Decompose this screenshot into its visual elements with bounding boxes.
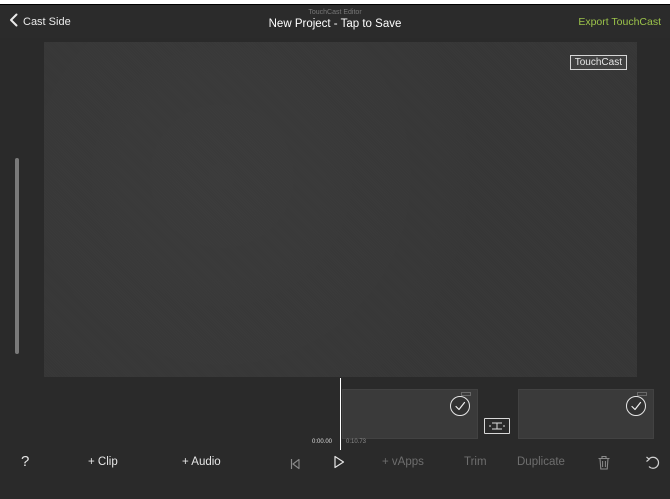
- timeline-clip[interactable]: [518, 389, 654, 439]
- total-time: 0:10.73: [346, 439, 367, 445]
- bottom-toolbar: ? + Clip + Audio + vApps Trim Duplicate: [0, 450, 670, 499]
- video-preview[interactable]: TouchCast: [44, 42, 637, 377]
- add-vapps-button[interactable]: + vApps: [382, 456, 424, 468]
- title-bar: Cast Side TouchCast Editor New Project -…: [0, 5, 670, 38]
- back-button[interactable]: Cast Side: [8, 13, 71, 31]
- help-button[interactable]: ?: [21, 453, 29, 470]
- chevron-left-icon: [8, 13, 20, 32]
- transition-icon[interactable]: [484, 418, 510, 434]
- project-title[interactable]: New Project - Tap to Save: [210, 17, 460, 32]
- add-clip-button[interactable]: + Clip: [88, 456, 118, 468]
- trash-icon[interactable]: [597, 455, 611, 475]
- trim-button[interactable]: Trim: [464, 456, 487, 468]
- timeline[interactable]: 0:00.00 0:10.73: [0, 378, 670, 451]
- side-scroll-handle[interactable]: [15, 158, 19, 354]
- current-time: 0:00.00: [312, 439, 333, 445]
- checkmark-icon[interactable]: [626, 396, 646, 416]
- undo-icon[interactable]: [645, 455, 661, 475]
- checkmark-icon[interactable]: [450, 396, 470, 416]
- export-button[interactable]: Export TouchCast: [578, 16, 661, 28]
- project-title-area[interactable]: TouchCast Editor New Project - Tap to Sa…: [210, 9, 460, 32]
- playhead[interactable]: [340, 378, 341, 451]
- add-audio-button[interactable]: + Audio: [182, 456, 221, 468]
- timeline-clip[interactable]: [342, 389, 478, 439]
- touchcast-watermark: TouchCast: [569, 55, 627, 70]
- editor-canvas-area: TouchCast: [0, 38, 670, 378]
- skip-to-start-icon[interactable]: [290, 457, 300, 475]
- play-icon[interactable]: [333, 455, 345, 474]
- duplicate-button[interactable]: Duplicate: [517, 456, 565, 468]
- editor-label: TouchCast Editor: [308, 9, 362, 16]
- back-button-label: Cast Side: [23, 16, 71, 28]
